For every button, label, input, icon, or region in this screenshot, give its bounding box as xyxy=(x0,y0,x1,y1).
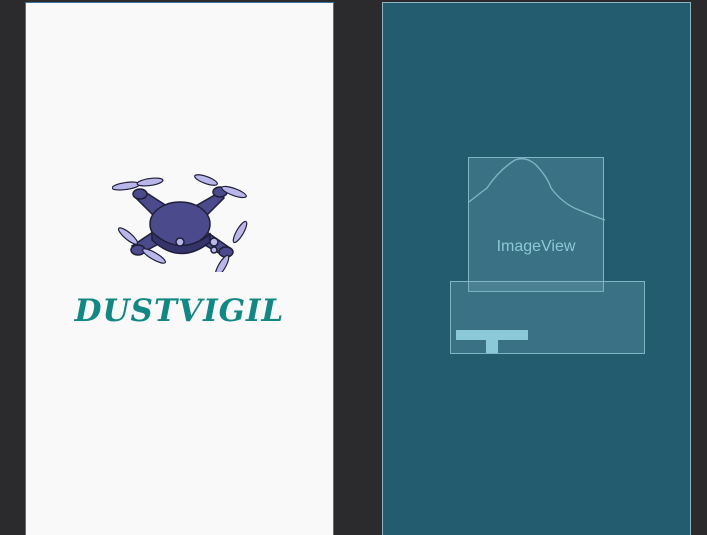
drone-icon[interactable] xyxy=(111,170,249,278)
app-title[interactable]: DUSTVIGIL xyxy=(26,293,333,329)
text-glyph-bar xyxy=(456,330,528,340)
text-view-placeholder[interactable] xyxy=(450,281,645,354)
design-preview[interactable]: DUSTVIGIL xyxy=(25,2,334,535)
text-glyph-stem xyxy=(486,340,498,353)
text-placeholder-icon xyxy=(456,330,528,354)
image-view-placeholder[interactable]: ImageView xyxy=(468,157,605,292)
image-placeholder-icon xyxy=(469,158,605,221)
layout-editor-canvas: DUSTVIGIL ImageView xyxy=(0,0,707,535)
image-view-label: ImageView xyxy=(496,238,576,255)
blueprint-preview[interactable]: ImageView xyxy=(382,2,691,535)
